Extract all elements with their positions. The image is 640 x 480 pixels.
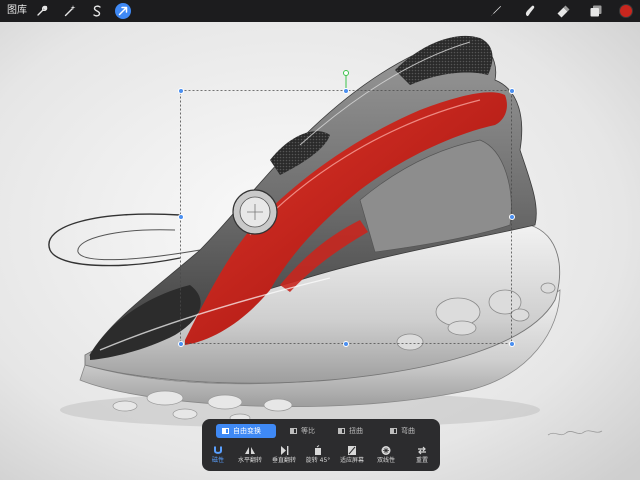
edge-handle-left[interactable] xyxy=(178,214,184,220)
mode-label: 弯曲 xyxy=(401,427,415,435)
transform-toolbar: 自由变换 等比 扭曲 弯曲 磁性 水平翻转 垂直翻转 旋转 45° 适应屏幕 双… xyxy=(202,419,440,471)
corner-handle-bottom-right[interactable] xyxy=(509,341,515,347)
top-toolbar: 图库 xyxy=(0,0,640,22)
color-swatch-icon[interactable] xyxy=(618,3,634,19)
arrow-cursor-icon[interactable] xyxy=(115,3,131,19)
mode-uniform[interactable]: 等比 xyxy=(284,424,326,438)
selection-s-icon[interactable] xyxy=(89,3,105,19)
mode-distort[interactable]: 扭曲 xyxy=(332,424,374,438)
mode-warp[interactable]: 弯曲 xyxy=(384,424,426,438)
drawing-canvas[interactable] xyxy=(0,22,640,480)
mode-freeform[interactable]: 自由变换 xyxy=(216,424,276,438)
fit-screen-button[interactable]: 适应屏幕 xyxy=(336,443,368,469)
tool-label: 重置 xyxy=(415,457,428,464)
rotation-handle[interactable] xyxy=(343,70,349,76)
edge-handle-top[interactable] xyxy=(343,88,349,94)
rotate-45-button[interactable]: 旋转 45° xyxy=(302,443,334,469)
layers-icon[interactable] xyxy=(588,3,604,19)
magic-wand-icon[interactable] xyxy=(62,3,78,19)
mode-label: 扭曲 xyxy=(349,427,363,435)
transform-actions: 磁性 水平翻转 垂直翻转 旋转 45° 适应屏幕 双线性 重置 xyxy=(202,443,440,469)
corner-handle-top-left[interactable] xyxy=(178,88,184,94)
flip-horizontal-button[interactable]: 水平翻转 xyxy=(234,443,266,469)
transform-mode-selector: 自由变换 等比 扭曲 弯曲 xyxy=(216,424,426,438)
transform-bounding-box xyxy=(180,74,512,344)
magnet-icon xyxy=(202,445,234,456)
edge-handle-bottom[interactable] xyxy=(343,341,349,347)
tool-label: 双线性 xyxy=(376,457,395,464)
edge-handle-right[interactable] xyxy=(509,214,515,220)
brush-icon[interactable] xyxy=(488,3,504,19)
smudge-icon[interactable] xyxy=(522,3,538,19)
mode-label: 自由变换 xyxy=(233,427,261,435)
eraser-icon[interactable] xyxy=(555,3,571,19)
distort-icon xyxy=(338,428,345,434)
corner-handle-bottom-left[interactable] xyxy=(178,341,184,347)
flip-vertical-icon xyxy=(268,445,300,456)
gallery-button[interactable]: 图库 xyxy=(7,4,27,18)
flip-vertical-button[interactable]: 垂直翻转 xyxy=(268,443,300,469)
freeform-icon xyxy=(222,428,229,434)
corner-handle-top-right[interactable] xyxy=(509,88,515,94)
flip-horizontal-icon xyxy=(234,445,266,456)
rotate-45-icon xyxy=(302,445,334,456)
wrench-icon[interactable] xyxy=(34,3,50,19)
bilinear-icon xyxy=(370,445,402,456)
warp-icon xyxy=(390,428,397,434)
bilinear-button[interactable]: 双线性 xyxy=(370,443,402,469)
uniform-icon xyxy=(290,428,297,434)
mode-label: 等比 xyxy=(301,427,315,435)
reset-icon xyxy=(406,445,438,456)
fit-screen-icon xyxy=(336,445,368,456)
reset-button[interactable]: 重置 xyxy=(406,443,438,469)
magnetics-button[interactable]: 磁性 xyxy=(202,443,234,469)
